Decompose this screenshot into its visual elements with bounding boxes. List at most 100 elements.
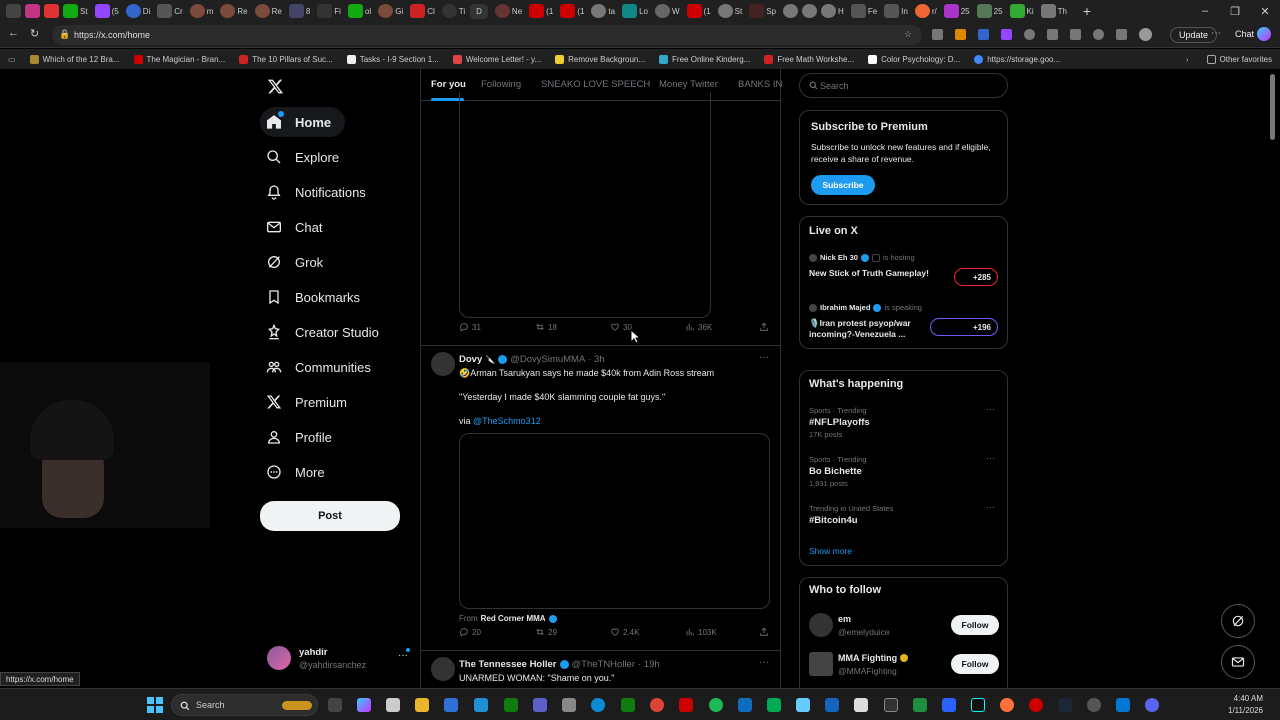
tab-favicon[interactable] <box>94 4 110 18</box>
new-tab-button[interactable]: + <box>1072 3 1102 19</box>
tweet-more-icon[interactable]: ··· <box>759 657 769 668</box>
tiktok-icon[interactable] <box>971 698 985 712</box>
sidebar-item-bookmarks[interactable]: Bookmarks <box>266 282 360 312</box>
steam-icon[interactable] <box>1058 698 1072 712</box>
grok-floating-button[interactable] <box>1221 604 1255 638</box>
tab-favicon[interactable] <box>25 4 40 18</box>
app-icon[interactable] <box>913 698 927 712</box>
tab-favicon[interactable] <box>654 4 670 18</box>
bookmark[interactable]: Free Online Kinderg... <box>659 54 750 64</box>
live-host-name[interactable]: Ibrahim Majed <box>820 303 870 312</box>
extension-icon[interactable] <box>955 29 966 40</box>
tab-favicon[interactable] <box>783 4 799 18</box>
extension-icon[interactable] <box>978 29 989 40</box>
follow-button[interactable]: Follow <box>951 654 999 674</box>
xbox-icon[interactable] <box>621 698 635 712</box>
tab-following[interactable]: Following <box>481 79 521 90</box>
bookmark[interactable]: Tasks - I-9 Section 1... <box>346 54 439 64</box>
tab-title[interactable]: St <box>735 7 743 16</box>
tab-title[interactable]: Ne <box>512 7 522 16</box>
chevron-right-icon[interactable]: › <box>1186 55 1189 64</box>
tab-favicon[interactable] <box>494 4 510 18</box>
bookmark[interactable]: The Magician - Bran... <box>133 54 225 64</box>
taskbar-search[interactable]: Search <box>171 694 318 716</box>
url-field[interactable]: 🔒 https://x.com/home ☆ <box>52 25 922 45</box>
tweet-media[interactable] <box>459 433 770 609</box>
bookmark[interactable]: Color Psychology: D... <box>868 54 960 64</box>
tab-favicon[interactable] <box>1009 4 1025 18</box>
tab-favicon[interactable] <box>529 4 545 18</box>
repost-button[interactable]: 18 <box>535 322 557 332</box>
more-menu-icon[interactable]: ⋯ <box>1211 28 1221 39</box>
like-button[interactable]: 2.4K <box>610 627 639 637</box>
tab-favicon[interactable] <box>378 4 394 18</box>
tab-title[interactable]: 8 <box>306 7 310 16</box>
trend-item[interactable]: Sports · Trending #NFLPlayoffs 17K posts <box>809 406 870 439</box>
other-favorites-folder[interactable]: Other favorites <box>1206 54 1272 64</box>
tab-title[interactable]: Cr <box>174 7 182 16</box>
tab-title[interactable]: Ti <box>459 7 465 16</box>
tab-title[interactable]: Fe <box>868 7 877 16</box>
tab-favicon[interactable] <box>441 4 457 18</box>
tab-title[interactable]: Ki <box>1027 7 1034 16</box>
sidebar-item-communities[interactable]: Communities <box>266 352 371 382</box>
like-button[interactable]: 30 <box>610 322 632 332</box>
reply-button[interactable]: 20 <box>459 627 481 637</box>
tab-favicon[interactable] <box>125 4 141 18</box>
tab-title[interactable]: W <box>672 7 680 16</box>
tab-favicon[interactable] <box>410 4 426 18</box>
tab-title[interactable]: (1 <box>577 7 584 16</box>
trend-more-icon[interactable]: ··· <box>986 502 995 512</box>
discord-icon[interactable] <box>1145 698 1159 712</box>
tab-title[interactable]: H <box>838 7 844 16</box>
app-icon[interactable] <box>474 698 488 712</box>
bookmark[interactable]: Welcome Letter! - y... <box>452 54 541 64</box>
mention-link[interactable]: @TheSchmo312 <box>473 416 541 426</box>
tab-title[interactable]: m <box>207 7 214 16</box>
favorites-icon[interactable] <box>1070 29 1081 40</box>
trend-item[interactable]: Trending in United States #Bitcoin4u <box>809 504 893 526</box>
views-button[interactable]: 103K <box>685 627 717 637</box>
avatar[interactable] <box>267 646 291 670</box>
tab-favicon[interactable] <box>976 4 992 18</box>
avatar[interactable] <box>809 613 833 637</box>
extension-icon[interactable] <box>932 29 943 40</box>
tab-title[interactable]: Gi <box>395 7 403 16</box>
author-name[interactable]: The Tennessee Holler <box>459 659 557 670</box>
tab-favicon[interactable] <box>1040 4 1056 18</box>
app-icon[interactable] <box>1029 698 1043 712</box>
chrome-icon[interactable] <box>650 698 664 712</box>
tab-favicon[interactable] <box>347 4 363 18</box>
tab-favicon[interactable] <box>821 4 837 18</box>
app-icon[interactable] <box>796 698 810 712</box>
tab-favicon[interactable] <box>717 4 733 18</box>
tab-title[interactable]: (1 <box>704 7 711 16</box>
download-icon[interactable] <box>1116 29 1127 40</box>
windows-start-icon[interactable] <box>147 697 163 713</box>
terminal-icon[interactable] <box>884 698 898 712</box>
post-button[interactable]: Post <box>260 501 400 531</box>
sidebar-item-explore[interactable]: Explore <box>266 142 339 172</box>
edge-icon[interactable] <box>591 698 605 712</box>
restore-icon[interactable]: ❐ <box>1220 5 1250 18</box>
tab-sneako-love-speech[interactable]: SNEAKO LOVE SPEECH <box>541 79 650 90</box>
source-account-link[interactable]: Red Corner MMA <box>481 614 546 623</box>
close-window-icon[interactable]: ✕ <box>1250 5 1280 18</box>
app-icon[interactable] <box>1116 698 1130 712</box>
show-more-link[interactable]: Show more <box>809 546 852 556</box>
tab-title[interactable]: Di <box>143 7 151 16</box>
repost-button[interactable]: 29 <box>535 627 557 637</box>
twitch-extension-icon[interactable] <box>1001 29 1012 40</box>
app-icon[interactable] <box>504 698 518 712</box>
live-stream-title[interactable]: New Stick of Truth Gameplay! <box>809 268 944 278</box>
share-button[interactable] <box>759 627 769 637</box>
tab-title[interactable]: Th <box>1058 7 1067 16</box>
sidebar-item-notifications[interactable]: Notifications <box>266 177 366 207</box>
bookmark[interactable]: Free Math Workshe... <box>764 54 854 64</box>
profile-avatar-icon[interactable] <box>1139 28 1152 41</box>
copilot-chat-button[interactable]: Chat <box>1235 29 1254 39</box>
trend-more-icon[interactable]: ··· <box>986 404 995 414</box>
update-button[interactable]: Update <box>1170 27 1218 43</box>
tab-favicon[interactable] <box>44 4 59 18</box>
sidebar-item-home[interactable]: Home <box>266 107 331 137</box>
